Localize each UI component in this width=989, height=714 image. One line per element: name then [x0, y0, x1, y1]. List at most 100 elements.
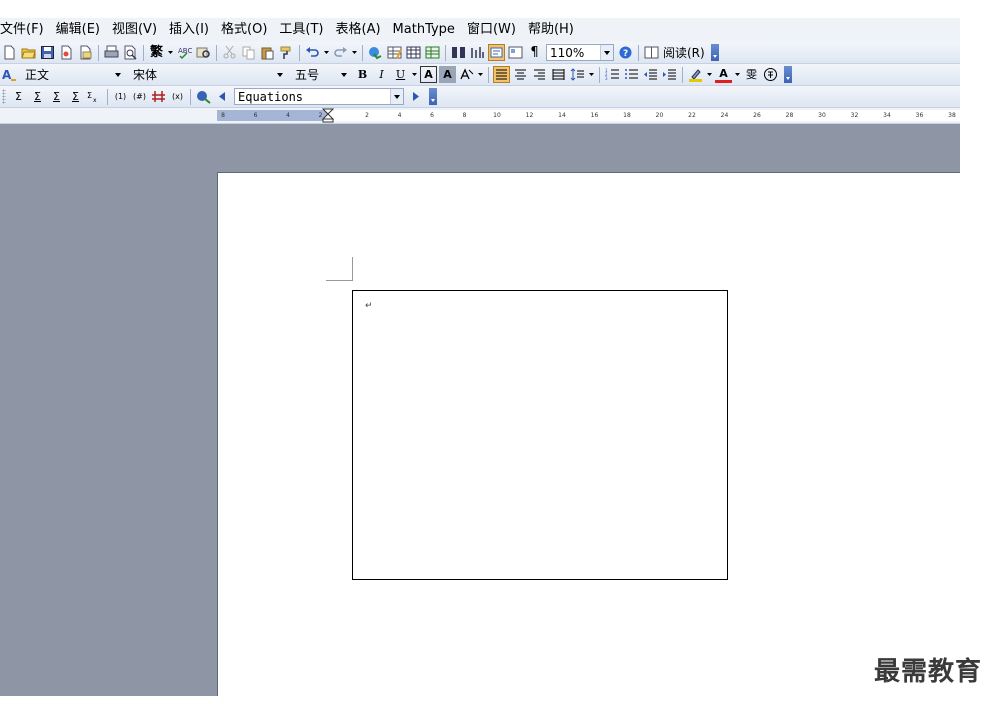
- dropdown-arrow-icon[interactable]: [477, 66, 484, 83]
- document-page[interactable]: ↵: [217, 172, 960, 696]
- highlight-icon[interactable]: [687, 66, 704, 83]
- toolbar-options-icon[interactable]: [710, 44, 719, 61]
- reading-button[interactable]: 阅读(R): [661, 44, 707, 61]
- columns-icon[interactable]: [450, 44, 467, 61]
- dropdown-arrow-icon[interactable]: [734, 66, 741, 83]
- format-painter-icon[interactable]: [278, 44, 295, 61]
- numbering-icon[interactable]: 123: [604, 66, 621, 83]
- permission-icon[interactable]: [58, 44, 75, 61]
- drawing-icon[interactable]: [469, 44, 486, 61]
- dropdown-arrow-icon[interactable]: [411, 66, 418, 83]
- menu-window[interactable]: 窗口(W): [461, 18, 522, 42]
- ruler-tick-label: 30: [818, 112, 826, 119]
- toggle-tex-icon[interactable]: Σx: [86, 88, 103, 105]
- style-combo[interactable]: 正文: [21, 66, 125, 83]
- print-preview-icon[interactable]: [122, 44, 139, 61]
- browse-equations-icon[interactable]: [195, 88, 212, 105]
- align-right-icon[interactable]: [531, 66, 548, 83]
- menu-mathtype[interactable]: MathType: [387, 18, 461, 42]
- toolbar-options-icon[interactable]: [429, 88, 437, 105]
- open-folder-icon[interactable]: [20, 44, 37, 61]
- bold-button[interactable]: B: [354, 66, 371, 83]
- spelling-icon[interactable]: ABC: [176, 44, 193, 61]
- bullets-icon[interactable]: [623, 66, 640, 83]
- style-dropdown-icon[interactable]: [111, 67, 124, 82]
- align-justify-icon[interactable]: [493, 66, 510, 83]
- tables-borders-icon[interactable]: [386, 44, 403, 61]
- equations-combo[interactable]: Equations: [234, 88, 404, 105]
- increase-indent-icon[interactable]: [661, 66, 678, 83]
- enclose-characters-icon[interactable]: [762, 66, 779, 83]
- menu-insert[interactable]: 插入(I): [163, 18, 215, 42]
- watermark-logo: 最需教育: [873, 657, 982, 687]
- decrease-indent-icon[interactable]: [642, 66, 659, 83]
- dropdown-arrow-icon[interactable]: [351, 44, 358, 61]
- insert-table-icon[interactable]: [405, 44, 422, 61]
- toolbar-separator: [445, 44, 446, 61]
- research-icon[interactable]: [195, 44, 212, 61]
- insert-equation-number-button[interactable]: (1): [112, 88, 129, 105]
- new-document-icon[interactable]: [1, 44, 18, 61]
- next-equation-icon[interactable]: [407, 88, 424, 105]
- menu-tools[interactable]: 工具(T): [273, 18, 329, 42]
- email-icon[interactable]: [77, 44, 94, 61]
- italic-button[interactable]: I: [373, 66, 390, 83]
- character-border-button[interactable]: A: [420, 66, 437, 83]
- size-value: 五号: [295, 68, 320, 82]
- toolbar-options-icon[interactable]: [784, 66, 792, 83]
- save-icon[interactable]: [39, 44, 56, 61]
- menu-file[interactable]: 文件(F): [0, 18, 50, 42]
- phonetic-guide-button[interactable]: 雯: [743, 66, 760, 83]
- styles-formatting-icon[interactable]: A: [1, 66, 18, 83]
- menu-format[interactable]: 格式(O): [215, 18, 273, 42]
- redo-icon[interactable]: [332, 44, 349, 61]
- underline-button[interactable]: U: [392, 66, 409, 83]
- distributed-align-icon[interactable]: [550, 66, 567, 83]
- right-numbered-equation-button[interactable]: Σ: [67, 88, 84, 105]
- insert-excel-icon[interactable]: [424, 44, 441, 61]
- font-dropdown-icon[interactable]: [273, 67, 286, 82]
- toolbar-grip[interactable]: [2, 89, 6, 104]
- align-center-icon[interactable]: [512, 66, 529, 83]
- character-scaling-icon[interactable]: [458, 66, 475, 83]
- traditional-chinese-button[interactable]: 繁: [148, 44, 165, 61]
- document-map-icon[interactable]: [488, 44, 505, 61]
- help-icon[interactable]: ?: [617, 44, 634, 61]
- insert-reference-button[interactable]: (#): [131, 88, 148, 105]
- dropdown-arrow-icon[interactable]: [706, 66, 713, 83]
- print-icon[interactable]: [103, 44, 120, 61]
- font-color-button[interactable]: A: [715, 66, 732, 83]
- zoom-combo[interactable]: 110%: [546, 44, 614, 61]
- indent-marker-icon[interactable]: [322, 108, 334, 123]
- left-numbered-equation-button[interactable]: Σ: [48, 88, 65, 105]
- dropdown-arrow-icon[interactable]: [588, 66, 595, 83]
- character-shading-button[interactable]: A: [439, 66, 456, 83]
- dropdown-arrow-icon[interactable]: [323, 44, 330, 61]
- text-box[interactable]: ↵: [352, 290, 728, 580]
- chapter-break-icon[interactable]: [150, 88, 167, 105]
- paste-icon[interactable]: [259, 44, 276, 61]
- hyperlink-icon[interactable]: [367, 44, 384, 61]
- dropdown-arrow-icon[interactable]: [167, 44, 174, 61]
- display-equation-button[interactable]: Σ: [29, 88, 46, 105]
- reading-layout-icon[interactable]: [643, 44, 660, 61]
- size-dropdown-icon[interactable]: [337, 67, 350, 82]
- zoom-dropdown-icon[interactable]: [600, 45, 613, 60]
- menu-help[interactable]: 帮助(H): [522, 18, 580, 42]
- thumbnails-icon[interactable]: [507, 44, 524, 61]
- cut-icon[interactable]: [221, 44, 238, 61]
- undo-icon[interactable]: [304, 44, 321, 61]
- menu-edit[interactable]: 编辑(E): [50, 18, 106, 42]
- line-spacing-icon[interactable]: [569, 66, 586, 83]
- menu-view[interactable]: 视图(V): [106, 18, 163, 42]
- show-hide-marks-icon[interactable]: ¶: [526, 44, 543, 61]
- equations-dropdown-icon[interactable]: [390, 89, 403, 104]
- font-combo[interactable]: 宋体: [129, 66, 287, 83]
- size-combo[interactable]: 五号: [291, 66, 351, 83]
- menu-table[interactable]: 表格(A): [330, 18, 387, 42]
- update-numbers-icon[interactable]: (x): [169, 88, 186, 105]
- horizontal-ruler[interactable]: 8 6 4 2 2 4 6 8 10 12 14 16 18 20 22 24 26 28 30 32 34 36 38: [217, 108, 960, 123]
- previous-equation-icon[interactable]: [214, 88, 231, 105]
- inline-equation-button[interactable]: Σ: [10, 88, 27, 105]
- copy-icon[interactable]: [240, 44, 257, 61]
